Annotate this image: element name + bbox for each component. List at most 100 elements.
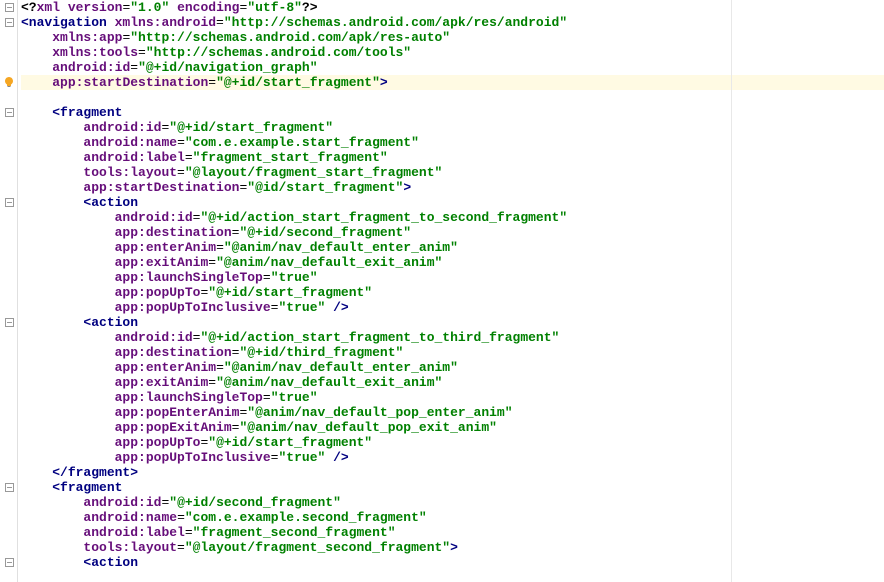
code-line[interactable]: app:popUpTo="@+id/start_fragment" — [21, 435, 884, 450]
code-line[interactable]: android:label="fragment_second_fragment" — [21, 525, 884, 540]
token: <action — [83, 195, 138, 210]
token: /> — [325, 450, 348, 465]
code-line[interactable]: app:exitAnim="@anim/nav_default_exit_ani… — [21, 375, 884, 390]
xml-editor[interactable]: <?xml version="1.0" encoding="utf-8"?><n… — [0, 0, 884, 582]
fold-toggle-icon[interactable] — [2, 0, 16, 14]
code-line[interactable]: app:popExitAnim="@anim/nav_default_pop_e… — [21, 420, 884, 435]
fold-toggle-icon[interactable] — [2, 315, 16, 329]
code-line[interactable]: app:popUpTo="@+id/start_fragment" — [21, 285, 884, 300]
code-line[interactable]: <navigation xmlns:android="http://schema… — [21, 15, 884, 30]
fold-toggle-icon[interactable] — [2, 15, 16, 29]
code-line[interactable]: tools:layout="@layout/fragment_second_fr… — [21, 540, 884, 555]
token: = — [216, 360, 224, 375]
token: = — [185, 150, 193, 165]
code-line[interactable] — [21, 90, 884, 105]
token: > — [380, 75, 388, 90]
code-line[interactable]: app:enterAnim="@anim/nav_default_enter_a… — [21, 240, 884, 255]
code-line[interactable]: </fragment> — [21, 465, 884, 480]
token: "@anim/nav_default_enter_anim" — [224, 240, 458, 255]
token: "fragment_start_fragment" — [193, 150, 388, 165]
token: "@layout/fragment_second_fragment" — [185, 540, 450, 555]
code-line[interactable]: xmlns:app="http://schemas.android.com/ap… — [21, 30, 884, 45]
fold-toggle-icon[interactable] — [2, 555, 16, 569]
code-line[interactable]: app:launchSingleTop="true" — [21, 270, 884, 285]
token: "1.0" — [130, 0, 169, 15]
token: app: — [115, 225, 146, 240]
token: "@id/start_fragment" — [247, 180, 403, 195]
fold-toggle-icon[interactable] — [2, 480, 16, 494]
code-line[interactable]: <?xml version="1.0" encoding="utf-8"?> — [21, 0, 884, 15]
code-line[interactable]: android:id="@+id/action_start_fragment_t… — [21, 330, 884, 345]
code-line[interactable]: android:id="@+id/second_fragment" — [21, 495, 884, 510]
code-line[interactable]: xmlns:tools="http://schemas.android.com/… — [21, 45, 884, 60]
code-line[interactable]: app:exitAnim="@anim/nav_default_exit_ani… — [21, 255, 884, 270]
code-line[interactable]: app:enterAnim="@anim/nav_default_enter_a… — [21, 360, 884, 375]
token: name — [146, 510, 177, 525]
token: tools: — [83, 165, 130, 180]
token: id — [177, 210, 193, 225]
token: "@anim/nav_default_pop_exit_anim" — [239, 420, 496, 435]
token: label — [146, 150, 185, 165]
token: app: — [115, 390, 146, 405]
code-line[interactable]: android:id="@+id/action_start_fragment_t… — [21, 210, 884, 225]
code-line[interactable]: <action — [21, 315, 884, 330]
token: "true" — [271, 390, 318, 405]
code-line[interactable]: app:startDestination="@id/start_fragment… — [21, 180, 884, 195]
token: tools: — [83, 540, 130, 555]
token: </fragment> — [52, 465, 138, 480]
fold-toggle-icon[interactable] — [2, 195, 16, 209]
token: "http://schemas.android.com/apk/res/andr… — [224, 15, 567, 30]
code-line[interactable]: app:popUpToInclusive="true" /> — [21, 300, 884, 315]
token: app: — [115, 240, 146, 255]
code-line[interactable]: android:id="@+id/navigation_graph" — [21, 60, 884, 75]
intention-bulb-icon[interactable] — [2, 75, 16, 89]
token: android: — [115, 210, 177, 225]
token: popUpToInclusive — [146, 300, 271, 315]
code-line[interactable]: <fragment — [21, 480, 884, 495]
token: app — [99, 30, 122, 45]
code-line[interactable]: app:popEnterAnim="@anim/nav_default_pop_… — [21, 405, 884, 420]
token: "http://schemas.android.com/tools" — [146, 45, 411, 60]
code-area[interactable]: <?xml version="1.0" encoding="utf-8"?><n… — [18, 0, 884, 582]
code-line[interactable]: <action — [21, 555, 884, 570]
token: app: — [115, 345, 146, 360]
code-line[interactable]: tools:layout="@layout/fragment_start_fra… — [21, 165, 884, 180]
token: "@+id/start_fragment" — [216, 75, 380, 90]
token: "@+id/third_fragment" — [239, 345, 403, 360]
token: = — [208, 255, 216, 270]
token: = — [216, 240, 224, 255]
code-line[interactable]: android:id="@+id/start_fragment" — [21, 120, 884, 135]
token: app: — [115, 420, 146, 435]
token: exitAnim — [146, 255, 208, 270]
code-line[interactable]: app:popUpToInclusive="true" /> — [21, 450, 884, 465]
code-line[interactable]: android:name="com.e.example.second_fragm… — [21, 510, 884, 525]
token: app: — [115, 405, 146, 420]
token: app: — [52, 75, 83, 90]
code-line[interactable]: app:destination="@+id/second_fragment" — [21, 225, 884, 240]
code-line[interactable]: <fragment — [21, 105, 884, 120]
token: "@+id/second_fragment" — [169, 495, 341, 510]
code-line[interactable]: android:name="com.e.example.start_fragme… — [21, 135, 884, 150]
code-line[interactable]: app:launchSingleTop="true" — [21, 390, 884, 405]
token: > — [403, 180, 411, 195]
code-line[interactable]: app:destination="@+id/third_fragment" — [21, 345, 884, 360]
token: = — [263, 390, 271, 405]
editor-gutter — [0, 0, 18, 582]
token: "com.e.example.start_fragment" — [185, 135, 419, 150]
token: android: — [83, 120, 145, 135]
token: > — [450, 540, 458, 555]
token: id — [146, 120, 162, 135]
token: "http://schemas.android.com/apk/res-auto… — [130, 30, 450, 45]
token: = — [177, 135, 185, 150]
token: "true" — [278, 300, 325, 315]
token: "@anim/nav_default_exit_anim" — [216, 255, 442, 270]
code-line[interactable]: android:label="fragment_start_fragment" — [21, 150, 884, 165]
token: layout — [130, 165, 177, 180]
token: = — [177, 540, 185, 555]
token: = — [185, 525, 193, 540]
fold-toggle-icon[interactable] — [2, 105, 16, 119]
code-line[interactable]: app:startDestination="@+id/start_fragmen… — [21, 75, 884, 90]
code-line[interactable]: <action — [21, 195, 884, 210]
token: popExitAnim — [146, 420, 232, 435]
token: "@+id/start_fragment" — [208, 435, 372, 450]
